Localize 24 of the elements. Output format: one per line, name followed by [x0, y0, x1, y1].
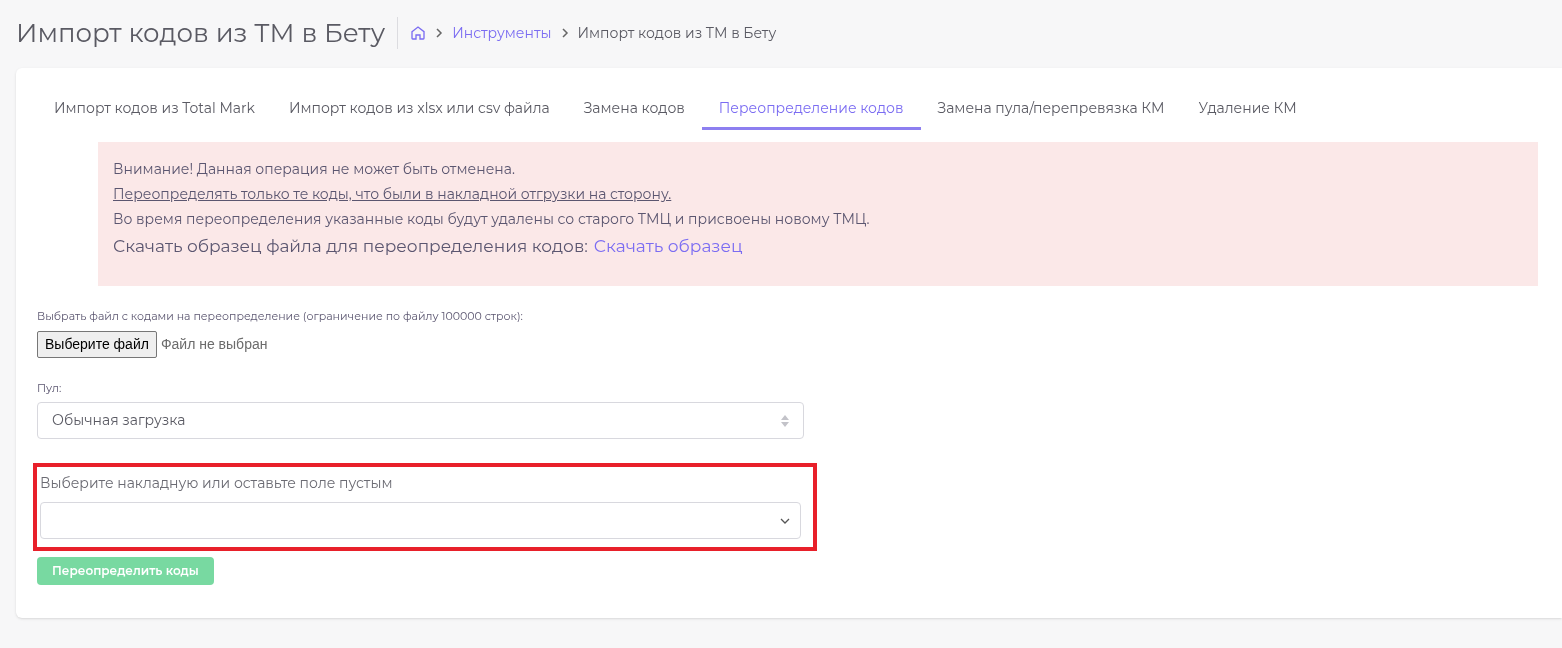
file-status: Файл не выбран	[160, 334, 268, 354]
field-label: Выбрать файл с кодами на переопределение (ограничение по файлу 100000 строк):	[37, 308, 523, 325]
tab[interactable]: Удаление КМ	[1181, 88, 1314, 130]
field-label: Выберите накладную или оставьте поле пустым	[40, 473, 393, 494]
home-icon[interactable]	[410, 25, 427, 41]
choose-file-button[interactable]: Выберите файл	[37, 330, 157, 358]
page-title: Импорт кодов из ТМ в Бету	[16, 17, 399, 49]
alert-text: Скачать образец файла для переопределения кодов:	[113, 235, 588, 258]
chevron-icon	[434, 28, 445, 38]
tab[interactable]: Замена кодов	[566, 88, 702, 130]
alert-text: Внимание! Данная операция не может быть отменена.	[113, 159, 515, 180]
chevron-down-icon	[780, 517, 790, 524]
tab[interactable]: Замена пула/перепревязка КМ	[920, 88, 1182, 130]
tab[interactable]: Импорт кодов из Total Mark	[37, 88, 272, 130]
alert-text: Во время переопределения указанные коды будут удалены со старого ТМЦ и присвоены новому ТМЦ.	[113, 209, 870, 230]
alert-text: Переопределять только те коды, что были в накладной отгрузки на сторону.	[113, 184, 672, 205]
breadcrumb-link[interactable]: Инструменты	[452, 22, 552, 44]
tab[interactable]: Переопределение кодов	[701, 88, 921, 130]
pool-select[interactable]: Обычная загрузка	[37, 402, 804, 439]
sort-arrows-icon	[781, 414, 789, 427]
field-label: Пул:	[37, 379, 62, 396]
chevron-icon	[559, 28, 570, 38]
breadcrumb-current: Импорт кодов из ТМ в Бету	[577, 22, 777, 44]
tab[interactable]: Импорт кодов из xlsx или csv файла	[271, 88, 567, 130]
